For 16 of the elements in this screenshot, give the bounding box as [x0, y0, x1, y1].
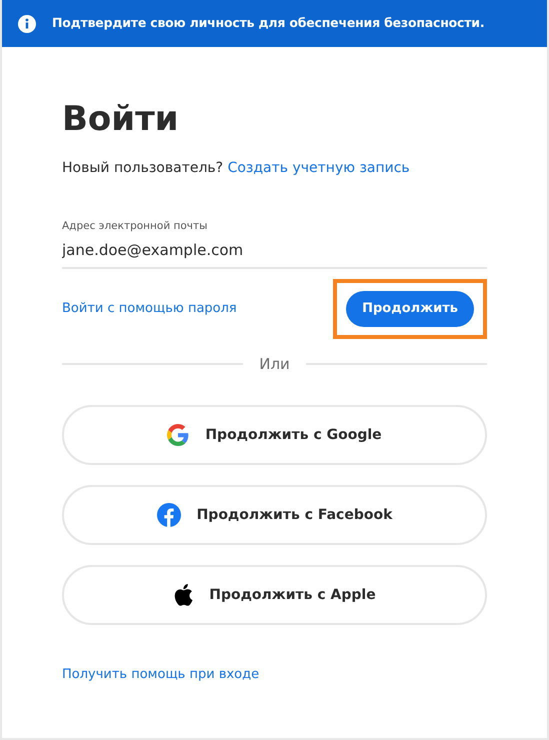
facebook-icon [156, 503, 181, 528]
password-login-link[interactable]: Войти с помощью пароля [62, 299, 237, 319]
facebook-sign-in-button[interactable]: Продолжить с Facebook [62, 485, 487, 546]
help-link[interactable]: Получить помощь при входе [62, 665, 260, 685]
google-icon [167, 424, 190, 446]
email-label: Адрес электронной почты [62, 218, 208, 234]
page-title: Войти [62, 99, 180, 140]
continue-button[interactable]: Продолжить [346, 291, 474, 327]
divider-label: Или [259, 354, 290, 375]
info-icon [18, 14, 36, 32]
apple-sign-in-button[interactable]: Продолжить с Apple [62, 565, 487, 626]
google-sign-in-button[interactable]: Продолжить с Google [62, 405, 487, 466]
new-user-text: Новый пользователь? [62, 160, 224, 176]
banner-text: Подтвердите свою личность для обеспечения безопасности. [52, 14, 484, 32]
apple-icon [173, 583, 194, 608]
create-account-link[interactable]: Создать учетную запись [228, 160, 410, 176]
